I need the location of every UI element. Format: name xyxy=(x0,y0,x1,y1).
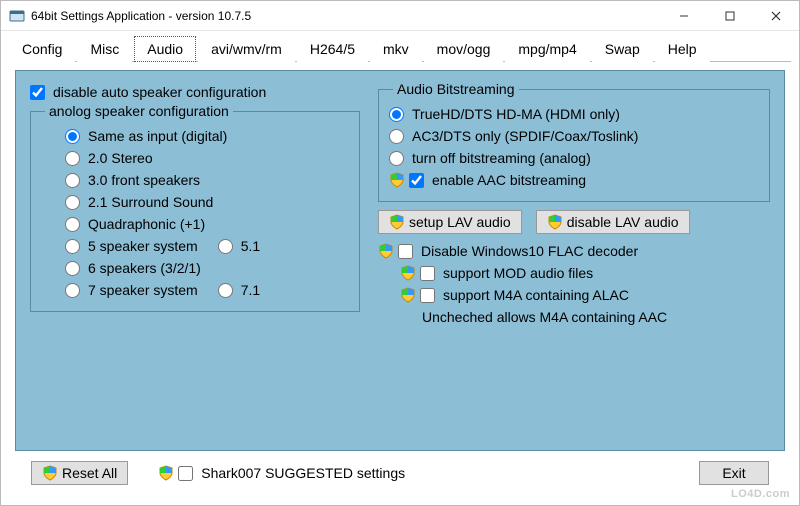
speaker-6-radio[interactable] xyxy=(65,261,80,276)
support-m4a-checkbox[interactable] xyxy=(420,288,435,303)
disable-lav-label: disable LAV audio xyxy=(567,214,679,230)
tab-bar: Config Misc Audio avi/wmv/rm H264/5 mkv … xyxy=(1,31,799,61)
content: disable auto speaker configuration anolo… xyxy=(1,62,799,505)
suggested-settings-checkbox[interactable] xyxy=(178,466,193,481)
shield-icon xyxy=(378,243,394,259)
minimize-button[interactable] xyxy=(661,1,707,30)
speaker-7-radio[interactable] xyxy=(65,283,80,298)
setup-lav-label: setup LAV audio xyxy=(409,214,511,230)
tab-avi[interactable]: avi/wmv/rm xyxy=(198,36,295,62)
shield-icon xyxy=(389,172,405,188)
speaker-option-label: Same as input (digital) xyxy=(88,128,227,144)
speaker-5-1-radio[interactable] xyxy=(218,239,233,254)
support-m4a-label: support M4A containing ALAC xyxy=(443,287,629,303)
tab-audio[interactable]: Audio xyxy=(134,36,196,62)
lav-button-row: setup LAV audio disable LAV audio xyxy=(378,210,770,234)
speaker-option-label: 3.0 front speakers xyxy=(88,172,200,188)
shield-icon xyxy=(547,214,563,230)
bitstream-column: Audio Bitstreaming TrueHD/DTS HD-MA (HDM… xyxy=(378,81,770,436)
setup-lav-button[interactable]: setup LAV audio xyxy=(378,210,522,234)
speaker-option-label: 5 speaker system xyxy=(88,238,198,254)
disable-auto-speaker-checkbox[interactable] xyxy=(30,85,45,100)
window-controls xyxy=(661,1,799,30)
bs-off-radio[interactable] xyxy=(389,151,404,166)
m4a-note: Uncheched allows M4A containing AAC xyxy=(422,309,667,325)
app-icon xyxy=(9,8,25,24)
reset-all-button[interactable]: Reset All xyxy=(31,461,128,485)
analog-speaker-legend: anolog speaker configuration xyxy=(45,103,233,119)
tab-h264[interactable]: H264/5 xyxy=(297,36,368,62)
bs-ac3-radio[interactable] xyxy=(389,129,404,144)
disable-flac-label: Disable Windows10 FLAC decoder xyxy=(421,243,638,259)
shield-icon xyxy=(158,465,174,481)
exit-button[interactable]: Exit xyxy=(699,461,769,485)
tab-mpg[interactable]: mpg/mp4 xyxy=(505,36,589,62)
maximize-button[interactable] xyxy=(707,1,753,30)
watermark: LO4D.com xyxy=(731,488,790,500)
shield-icon xyxy=(389,214,405,230)
speaker-option-label: 7 speaker system xyxy=(88,282,198,298)
support-mod-label: support MOD audio files xyxy=(443,265,593,281)
speaker-7-1-label: 7.1 xyxy=(241,282,260,298)
bottom-bar: Reset All Shark007 SUGGESTED settings Ex… xyxy=(15,451,785,497)
speaker-option-label: Quadraphonic (+1) xyxy=(88,216,205,232)
bs-option-label: AC3/DTS only (SPDIF/Coax/Toslink) xyxy=(412,128,638,144)
tab-swap[interactable]: Swap xyxy=(592,36,653,62)
window-title: 64bit Settings Application - version 10.… xyxy=(31,9,661,23)
speaker-5-radio[interactable] xyxy=(65,239,80,254)
tab-mov[interactable]: mov/ogg xyxy=(424,36,504,62)
disable-lav-button[interactable]: disable LAV audio xyxy=(536,210,690,234)
audio-panel: disable auto speaker configuration anolo… xyxy=(15,70,785,451)
shield-icon xyxy=(400,265,416,281)
reset-all-label: Reset All xyxy=(62,465,117,481)
disable-flac-checkbox[interactable] xyxy=(398,244,413,259)
shield-icon xyxy=(42,465,58,481)
support-mod-checkbox[interactable] xyxy=(420,266,435,281)
bs-truehd-radio[interactable] xyxy=(389,107,404,122)
enable-aac-checkbox[interactable] xyxy=(409,173,424,188)
window: 64bit Settings Application - version 10.… xyxy=(0,0,800,506)
exit-label: Exit xyxy=(722,465,745,481)
speaker-quad-radio[interactable] xyxy=(65,217,80,232)
speaker-7-1-radio[interactable] xyxy=(218,283,233,298)
speaker-option-label: 2.0 Stereo xyxy=(88,150,153,166)
speaker-3-0-radio[interactable] xyxy=(65,173,80,188)
bitstream-legend: Audio Bitstreaming xyxy=(393,81,519,97)
close-button[interactable] xyxy=(753,1,799,30)
speaker-column: disable auto speaker configuration anolo… xyxy=(30,81,360,436)
shield-icon xyxy=(400,287,416,303)
tab-mkv[interactable]: mkv xyxy=(370,36,422,62)
disable-auto-speaker-row: disable auto speaker configuration xyxy=(30,81,360,103)
enable-aac-label: enable AAC bitstreaming xyxy=(432,172,586,188)
tab-config[interactable]: Config xyxy=(9,36,75,62)
bs-option-label: turn off bitstreaming (analog) xyxy=(412,150,591,166)
analog-speaker-group: anolog speaker configuration Same as inp… xyxy=(30,103,360,312)
speaker-2-0-radio[interactable] xyxy=(65,151,80,166)
suggested-settings-label: Shark007 SUGGESTED settings xyxy=(201,465,405,481)
speaker-option-label: 2.1 Surround Sound xyxy=(88,194,213,210)
bitstream-group: Audio Bitstreaming TrueHD/DTS HD-MA (HDM… xyxy=(378,81,770,202)
bs-option-label: TrueHD/DTS HD-MA (HDMI only) xyxy=(412,106,620,122)
speaker-option-label: 6 speakers (3/2/1) xyxy=(88,260,201,276)
speaker-5-1-label: 5.1 xyxy=(241,238,260,254)
speaker-same-as-input-radio[interactable] xyxy=(65,129,80,144)
titlebar: 64bit Settings Application - version 10.… xyxy=(1,1,799,31)
tab-misc[interactable]: Misc xyxy=(77,36,132,62)
disable-auto-speaker-label: disable auto speaker configuration xyxy=(53,84,266,100)
speaker-2-1-radio[interactable] xyxy=(65,195,80,210)
tab-help[interactable]: Help xyxy=(655,36,710,62)
